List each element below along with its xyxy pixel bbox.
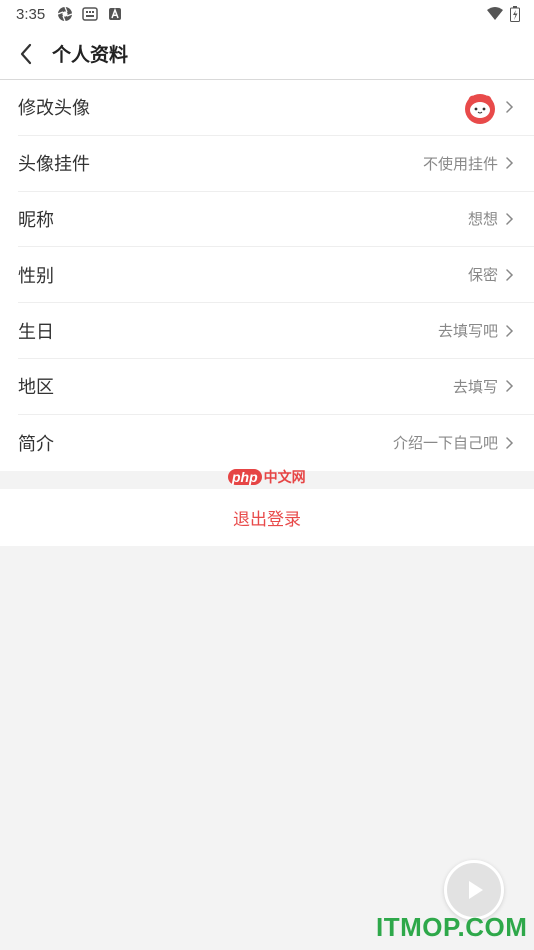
- status-time: 3:35: [16, 5, 46, 23]
- status-right: [486, 6, 520, 22]
- row-label: 头像挂件: [18, 154, 90, 176]
- chevron-left-icon: [20, 43, 32, 64]
- row-nickname[interactable]: 昵称 想想: [18, 192, 534, 248]
- row-label: 简介: [18, 433, 54, 455]
- row-value: 不使用挂件: [422, 154, 498, 173]
- logout-button[interactable]: 退出登录: [0, 488, 534, 546]
- php-watermark: php 中文网: [228, 467, 306, 487]
- watermark-php: php: [228, 468, 262, 485]
- row-label: 生日: [18, 321, 54, 343]
- chevron-right-icon: [506, 213, 514, 225]
- row-value: 保密: [467, 266, 498, 285]
- battery-icon: [510, 6, 520, 22]
- wifi-icon: [487, 7, 503, 20]
- avatar[interactable]: [462, 89, 498, 125]
- row-gender[interactable]: 性别 保密: [18, 247, 534, 304]
- aperture-icon: [57, 6, 73, 22]
- row-bio[interactable]: 简介 介绍一下自己吧: [18, 415, 534, 471]
- row-region[interactable]: 地区 去填写: [18, 359, 534, 415]
- play-button[interactable]: [444, 860, 504, 920]
- row-value: 去填写吧: [437, 322, 498, 341]
- site-watermark: ITMOP.COM: [376, 912, 528, 942]
- row-avatar-pendant[interactable]: 头像挂件 不使用挂件: [18, 136, 534, 192]
- status-bar: 3:35: [0, 0, 534, 28]
- row-change-avatar[interactable]: 修改头像: [18, 80, 534, 136]
- chevron-right-icon: [506, 269, 514, 281]
- row-value: 介绍一下自己吧: [392, 434, 498, 453]
- chevron-right-icon: [506, 101, 514, 114]
- row-label: 昵称: [18, 209, 54, 231]
- chevron-right-icon: [506, 380, 514, 393]
- watermark-cn: 中文网: [263, 468, 306, 485]
- a-notification-icon: [109, 7, 122, 20]
- row-birthday[interactable]: 生日 去填写吧: [18, 303, 534, 359]
- row-label: 性别: [18, 265, 54, 287]
- keyboard-icon: [82, 7, 98, 21]
- chevron-right-icon: [506, 436, 514, 449]
- play-icon: [469, 881, 483, 899]
- chevron-right-icon: [506, 157, 514, 169]
- row-value: 去填写: [452, 377, 498, 396]
- page-title: 个人资料: [52, 44, 129, 66]
- back-button[interactable]: [0, 28, 52, 80]
- row-label: 地区: [18, 377, 54, 399]
- profile-list: 修改头像 头像挂件 不使用挂件 昵称 想想 性别 保密 生日 去填写吧 地区 去…: [0, 80, 534, 471]
- row-label: 修改头像: [18, 98, 90, 120]
- chevron-right-icon: [506, 324, 514, 337]
- section-gap: php 中文网: [0, 468, 534, 489]
- row-value: 想想: [467, 210, 498, 229]
- page-header: 个人资料: [0, 28, 534, 80]
